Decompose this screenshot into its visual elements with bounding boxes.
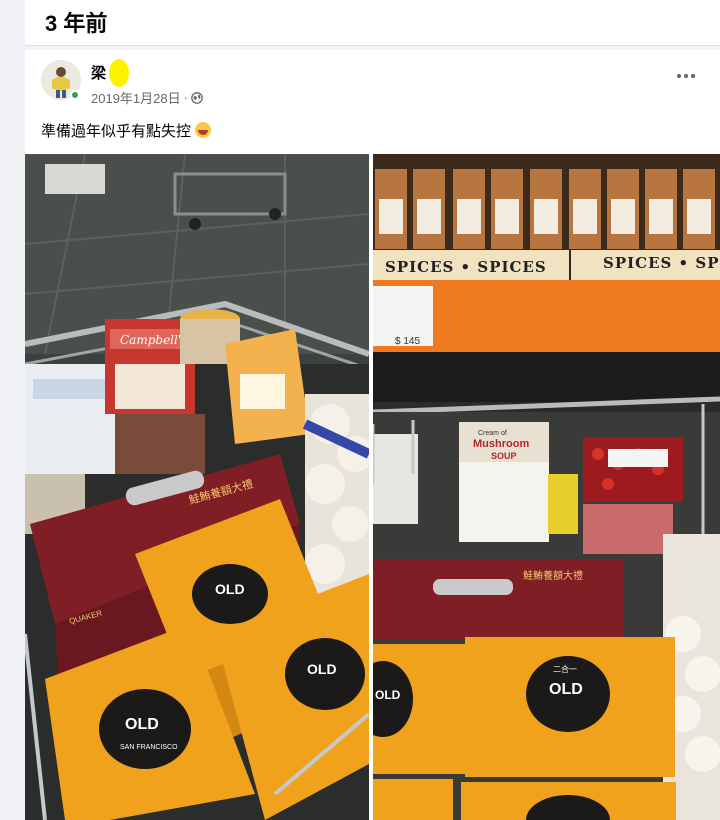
coffee-brand-2: OLD [307,661,337,677]
coffee-brand-5: OLD [549,681,583,698]
coffee-brand-1: OLD [215,581,245,597]
post-date[interactable]: 2019年1月28日 [91,88,181,107]
coffee-brand-3: OLD [125,716,159,733]
coffee-sub-3: SAN FRANCISCO [120,744,178,751]
post-card: 梁 寶 2019年1月28日 · 準備過年似乎有點失控 [25,50,720,820]
gift-box-label-right: 鮭鮪養額大禮 [523,569,583,582]
campbells-label-left: Campbell's [120,333,187,347]
mushroom-title: Mushroom [473,438,529,450]
post-text: 準備過年似乎有點失控 [41,120,212,141]
meta-separator: · [183,90,188,105]
mushroom-cream-of: Cream of [478,430,507,437]
post-body: 準備過年似乎有點失控 [41,123,192,140]
price-tag: $ 145 [395,336,420,347]
post-meta: 2019年1月28日 · [91,88,203,107]
globe-icon[interactable] [191,91,203,104]
memories-title: 3 年前 [45,11,108,36]
laughing-tongue-emoji-icon [195,122,212,138]
more-options-icon[interactable] [672,66,700,86]
photo-right[interactable]: SPICES • SPICES SPICES • SP $ 145 Cream … [373,154,720,820]
online-status-dot [70,90,80,100]
shelf-label-left: SPICES • SPICES [385,258,547,276]
memories-header: 3 年前 [25,0,720,46]
shelf-label-right: SPICES • SP [603,254,719,272]
coffee-tag-5: 二合一 [553,664,577,674]
mushroom-sub: SOUP [491,451,517,461]
name-redaction [109,59,129,87]
coffee-brand-4: OLD [375,688,401,702]
photo-left[interactable]: Campbell's 鮭鮪養額大禮 QUAKER OLD OLD OLD SAN… [25,154,369,820]
